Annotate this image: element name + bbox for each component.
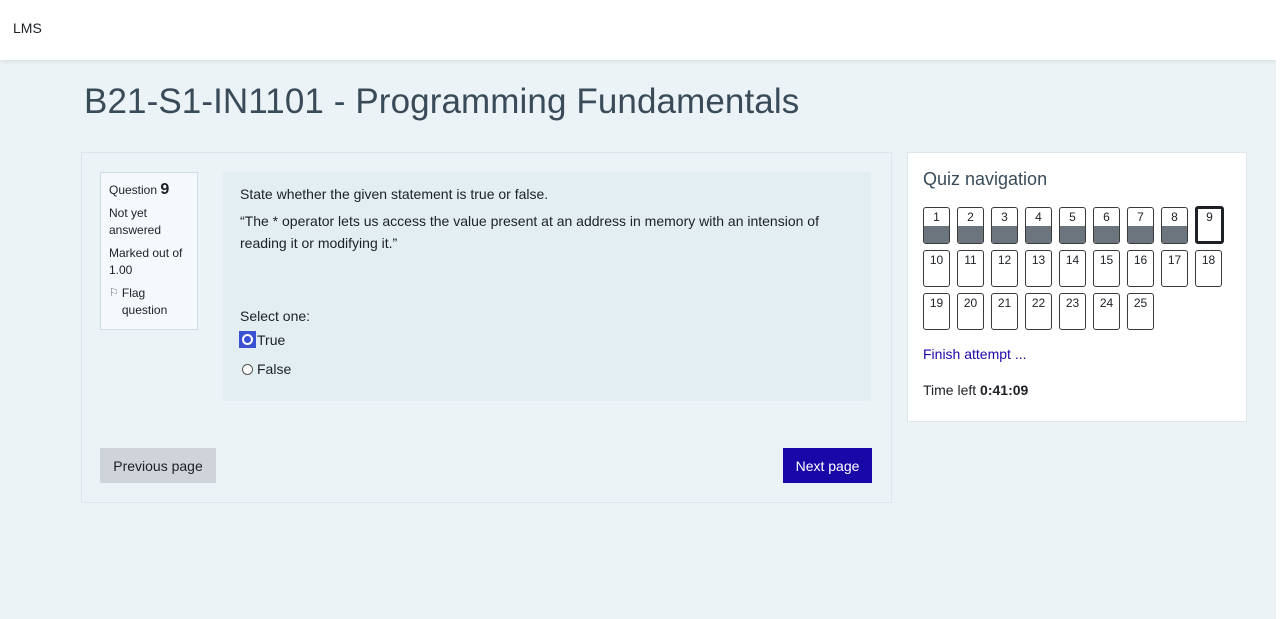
quiz-nav-question-25[interactable]: 25 (1127, 293, 1154, 330)
page-title: B21-S1-IN1101 - Programming Fundamentals (84, 82, 800, 121)
quiz-nav-number[interactable]: 18 (1196, 251, 1221, 268)
answered-indicator (924, 226, 949, 243)
quiz-nav-number[interactable]: 22 (1026, 294, 1051, 311)
quiz-nav-number[interactable]: 1 (924, 208, 949, 225)
answered-indicator (1128, 226, 1153, 243)
answered-indicator (992, 226, 1017, 243)
quiz-nav-number[interactable]: 8 (1162, 208, 1187, 225)
time-left-label: Time left (923, 382, 977, 398)
answer-label-true[interactable]: True (257, 332, 285, 348)
quiz-nav-number[interactable]: 24 (1094, 294, 1119, 311)
answered-indicator (958, 226, 983, 243)
quiz-nav-question-14[interactable]: 14 (1059, 250, 1086, 287)
true-radio-focus[interactable] (239, 331, 256, 348)
scrollbar-track[interactable] (1276, 0, 1280, 619)
top-navbar: LMS (0, 0, 1276, 60)
quiz-nav-question-12[interactable]: 12 (991, 250, 1018, 287)
quiz-nav-question-23[interactable]: 23 (1059, 293, 1086, 330)
quiz-nav-question-9[interactable]: 9 (1195, 206, 1224, 244)
question-info: Question 9 Not yet answered Marked out o… (100, 172, 198, 330)
flag-icon[interactable]: ⚐ (109, 285, 119, 319)
quiz-nav-number[interactable]: 7 (1128, 208, 1153, 225)
question-marks: Marked out of 1.00 (109, 246, 183, 277)
answered-indicator (1060, 226, 1085, 243)
answer-label-false[interactable]: False (257, 361, 291, 377)
quiz-nav-number[interactable]: 23 (1060, 294, 1085, 311)
quiz-nav-number[interactable]: 14 (1060, 251, 1085, 268)
quiz-nav-number[interactable]: 20 (958, 294, 983, 311)
time-left-value: 0:41:09 (980, 382, 1029, 398)
quiz-nav-number[interactable]: 3 (992, 208, 1017, 225)
quiz-nav-question-8[interactable]: 8 (1161, 207, 1188, 244)
quiz-nav-question-1[interactable]: 1 (923, 207, 950, 244)
quiz-navigation-title: Quiz navigation (923, 169, 1048, 189)
question-label: Question (109, 183, 158, 197)
false-radio[interactable] (242, 363, 253, 375)
previous-page-button[interactable]: Previous page (100, 448, 216, 483)
quiz-nav-number[interactable]: 13 (1026, 251, 1051, 268)
flag-question-link[interactable]: ⚐ Flag question (109, 285, 189, 319)
quiz-nav-question-10[interactable]: 10 (923, 250, 950, 287)
quiz-navigation-block: Quiz navigation 1 2 3 4 5 6 7 8 9 10 11 12 13 14 15 16 1… (907, 152, 1247, 422)
quiz-nav-question-11[interactable]: 11 (957, 250, 984, 287)
quiz-nav-question-4[interactable]: 4 (1025, 207, 1052, 244)
quiz-nav-question-3[interactable]: 3 (991, 207, 1018, 244)
quiz-nav-number[interactable]: 2 (958, 208, 983, 225)
next-page-button[interactable]: Next page (783, 448, 872, 483)
question-statement: “The * operator lets us access the value… (240, 213, 819, 251)
quiz-nav-question-5[interactable]: 5 (1059, 207, 1086, 244)
quiz-nav-question-18[interactable]: 18 (1195, 250, 1222, 287)
question-heading: Question 9 (109, 181, 189, 199)
question-number: 9 (160, 181, 170, 198)
quiz-nav-number[interactable]: 17 (1162, 251, 1187, 268)
quiz-nav-number[interactable]: 6 (1094, 208, 1119, 225)
question-content: State whether the given statement is tru… (223, 172, 871, 401)
quiz-nav-question-13[interactable]: 13 (1025, 250, 1052, 287)
question-prompt: State whether the given statement is tru… (240, 186, 549, 202)
quiz-nav-question-22[interactable]: 22 (1025, 293, 1052, 330)
quiz-nav-question-19[interactable]: 19 (923, 293, 950, 330)
quiz-nav-question-24[interactable]: 24 (1093, 293, 1120, 330)
flag-question-label[interactable]: Flag question (122, 285, 189, 319)
answered-indicator (1026, 226, 1051, 243)
quiz-nav-question-2[interactable]: 2 (957, 207, 984, 244)
quiz-nav-number[interactable]: 4 (1026, 208, 1051, 225)
answer-option-false[interactable]: False (242, 361, 291, 377)
quiz-nav-question-16[interactable]: 16 (1127, 250, 1154, 287)
quiz-nav-number[interactable]: 11 (958, 251, 983, 268)
question-status: Not yet answered (109, 206, 162, 237)
answered-indicator (1162, 226, 1187, 243)
quiz-nav-number[interactable]: 9 (1198, 209, 1221, 224)
quiz-nav-number[interactable]: 21 (992, 294, 1017, 311)
quiz-nav-question-15[interactable]: 15 (1093, 250, 1120, 287)
quiz-nav-number[interactable]: 19 (924, 294, 949, 311)
finish-attempt-link[interactable]: Finish attempt ... (923, 346, 1026, 362)
answered-indicator (1094, 226, 1119, 243)
quiz-nav-question-6[interactable]: 6 (1093, 207, 1120, 244)
quiz-nav-question-7[interactable]: 7 (1127, 207, 1154, 244)
time-left: Time left 0:41:09 (923, 382, 1028, 398)
answer-option-true[interactable]: True (239, 331, 285, 348)
quiz-nav-question-20[interactable]: 20 (957, 293, 984, 330)
quiz-nav-number[interactable]: 16 (1128, 251, 1153, 268)
quiz-nav-question-17[interactable]: 17 (1161, 250, 1188, 287)
select-one-label: Select one: (240, 308, 311, 324)
quiz-nav-number[interactable]: 15 (1094, 251, 1119, 268)
quiz-nav-number[interactable]: 25 (1128, 294, 1153, 311)
quiz-nav-number[interactable]: 12 (992, 251, 1017, 268)
quiz-nav-number[interactable]: 5 (1060, 208, 1085, 225)
quiz-nav-number[interactable]: 10 (924, 251, 949, 268)
true-radio[interactable] (242, 334, 253, 345)
quiz-nav-question-21[interactable]: 21 (991, 293, 1018, 330)
site-brand[interactable]: LMS (13, 20, 42, 36)
